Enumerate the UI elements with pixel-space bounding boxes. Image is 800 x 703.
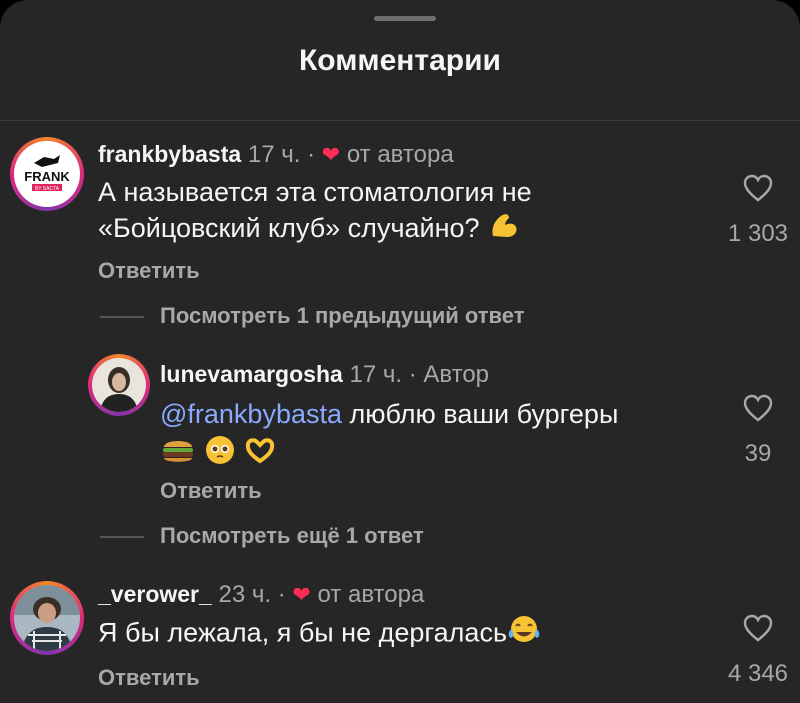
author-liked-badge: от автора xyxy=(317,581,425,608)
avatar[interactable]: FRANK BY БАСТА xyxy=(10,137,84,211)
avatar[interactable] xyxy=(10,581,84,655)
sheet-title: Комментарии xyxy=(298,44,502,77)
person-photo-icon xyxy=(14,585,80,651)
like-heart-icon[interactable] xyxy=(743,174,773,202)
comment-meta: frankbybasta 17 ч. · ❤ от автора xyxy=(98,141,454,169)
like-heart-icon[interactable] xyxy=(743,614,773,642)
heart-hands-icon xyxy=(243,435,277,474)
comment-line: «Бойцовский клуб» случайно? xyxy=(98,210,532,249)
reply-button[interactable]: Ответить xyxy=(98,665,200,691)
like-count: 39 xyxy=(744,440,772,467)
drag-handle[interactable] xyxy=(374,16,436,21)
creator-heart-icon: ❤ xyxy=(321,142,341,167)
username[interactable]: lunevamargosha xyxy=(160,361,343,387)
timestamp: 23 ч. xyxy=(218,581,272,608)
username[interactable]: _verower_ xyxy=(98,581,212,607)
like-count: 1 303 xyxy=(727,220,789,247)
timestamp: 17 ч. xyxy=(247,141,301,168)
comment-emojis xyxy=(160,434,618,475)
like-count: 4 346 xyxy=(727,660,789,687)
comment-text: Я бы лежала, я бы не дергалась xyxy=(98,614,541,655)
comment-line: @frankbybasta люблю ваши бургеры xyxy=(160,399,619,429)
thread-line xyxy=(100,536,144,539)
separator: · xyxy=(307,141,316,168)
comment-text: @frankbybasta люблю ваши бургеры xyxy=(160,396,618,475)
pleading-face-icon xyxy=(204,434,236,475)
view-more-replies[interactable]: Посмотреть ещё 1 ответ xyxy=(100,523,424,549)
author-badge: Автор xyxy=(423,361,490,388)
comment-meta: _verower_ 23 ч. · ❤ от автора xyxy=(98,581,424,609)
svg-text:BY БАСТА: BY БАСТА xyxy=(35,186,60,192)
header-divider xyxy=(0,120,800,121)
comment-line: А называется эта стоматология не xyxy=(98,177,532,207)
separator: · xyxy=(277,581,286,608)
reply-button[interactable]: Ответить xyxy=(160,478,262,504)
comment-meta: lunevamargosha 17 ч. · Автор xyxy=(160,361,489,389)
like-heart-icon[interactable] xyxy=(743,394,773,422)
flexed-biceps-icon xyxy=(487,210,521,249)
tears-of-joy-icon xyxy=(507,614,541,655)
creator-heart-icon: ❤ xyxy=(292,582,311,607)
svg-text:FRANK: FRANK xyxy=(24,169,70,184)
author-liked-badge: от автора xyxy=(346,141,454,168)
frank-logo-icon: FRANK BY БАСТА xyxy=(24,155,70,192)
view-previous-replies[interactable]: Посмотреть 1 предыдущий ответ xyxy=(100,303,525,329)
person-photo-icon xyxy=(100,367,138,412)
reply-button[interactable]: Ответить xyxy=(98,258,200,284)
avatar[interactable] xyxy=(88,354,150,416)
mention-link[interactable]: @frankbybasta xyxy=(160,399,342,429)
thread-line xyxy=(100,316,144,319)
hamburger-icon xyxy=(160,435,196,474)
comment-text: А называется эта стоматология не «Бойцов… xyxy=(98,174,532,249)
separator: · xyxy=(408,361,417,388)
username[interactable]: frankbybasta xyxy=(98,141,241,167)
comments-sheet: Комментарии FRANK BY БАСТА frankbybasta … xyxy=(0,0,800,703)
timestamp: 17 ч. xyxy=(349,361,403,388)
